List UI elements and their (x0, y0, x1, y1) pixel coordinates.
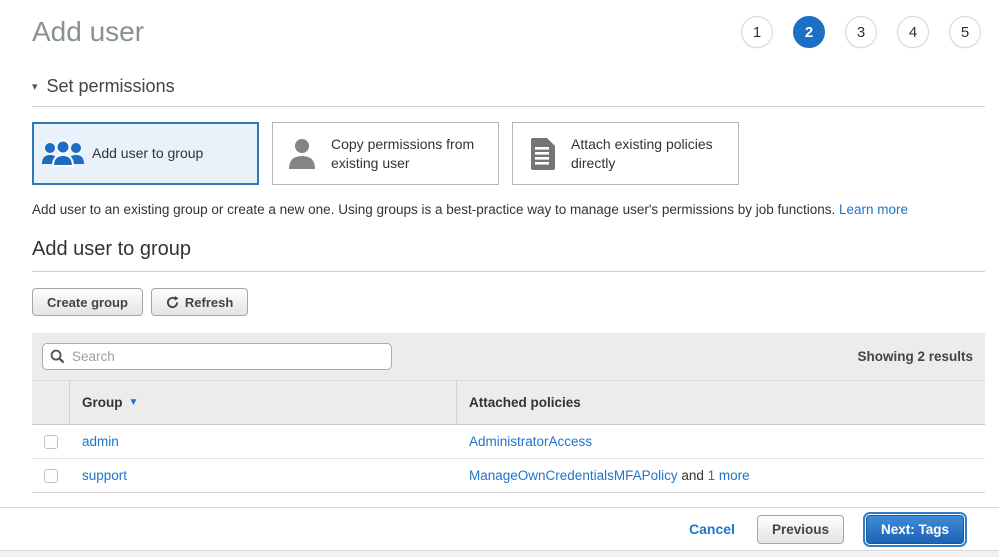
row-checkbox[interactable] (44, 469, 58, 483)
row-checkbox[interactable] (44, 435, 58, 449)
refresh-icon (166, 296, 179, 309)
cancel-button[interactable]: Cancel (689, 521, 735, 537)
group-link[interactable]: support (82, 468, 127, 483)
more-policies-link[interactable]: 1 more (708, 468, 750, 483)
card-label: Copy permissions from existing user (331, 135, 498, 171)
document-icon (513, 136, 571, 172)
learn-more-link[interactable]: Learn more (839, 202, 908, 217)
user-icon (273, 137, 331, 171)
card-copy-permissions[interactable]: Copy permissions from existing user (272, 122, 499, 185)
step-4: 4 (897, 16, 929, 48)
table-toolbar: Showing 2 results (32, 333, 985, 381)
create-group-button[interactable]: Create group (32, 288, 143, 316)
wizard-footer: Cancel Previous Next: Tags (0, 507, 999, 551)
card-add-user-to-group[interactable]: Add user to group (32, 122, 259, 185)
next-tags-button[interactable]: Next: Tags (866, 515, 964, 544)
column-label: Group (82, 395, 123, 410)
results-count: Showing 2 results (857, 349, 973, 364)
card-label: Attach existing policies directly (571, 135, 738, 171)
wizard-step-indicator: 1 2 3 4 5 (741, 16, 981, 48)
search-box (42, 343, 392, 370)
step-1: 1 (741, 16, 773, 48)
refresh-label: Refresh (185, 295, 233, 310)
page-title: Add user (32, 16, 144, 48)
section-description: Add user to an existing group or create … (32, 202, 985, 217)
table-header-row: Group ▼ Attached policies (32, 381, 985, 425)
previous-button[interactable]: Previous (757, 515, 844, 544)
table-row-support: support ManageOwnCredentialsMFAPolicy an… (32, 459, 985, 493)
permission-option-cards: Add user to group Copy permissions from … (32, 122, 985, 185)
and-text: and (678, 468, 708, 483)
collapse-caret-icon: ▾ (32, 80, 38, 93)
card-attach-policies[interactable]: Attach existing policies directly (512, 122, 739, 185)
step-5: 5 (949, 16, 981, 48)
column-header-group[interactable]: Group ▼ (70, 381, 457, 424)
step-3: 3 (845, 16, 877, 48)
step-2-active: 2 (793, 16, 825, 48)
header-checkbox-cell (32, 381, 70, 424)
card-label: Add user to group (92, 144, 211, 162)
group-link[interactable]: admin (82, 434, 119, 449)
column-header-policies: Attached policies (457, 381, 985, 424)
page-bottom-strip (0, 551, 999, 557)
group-section-title: Add user to group (32, 238, 985, 272)
refresh-button[interactable]: Refresh (151, 288, 248, 316)
search-input[interactable] (42, 343, 392, 370)
section-title: Set permissions (47, 76, 175, 97)
page-header: Add user 1 2 3 4 5 (32, 0, 985, 48)
table-row-admin: admin AdministratorAccess (32, 425, 985, 459)
description-text: Add user to an existing group or create … (32, 202, 835, 217)
column-label: Attached policies (469, 395, 581, 410)
set-permissions-section-header[interactable]: ▾ Set permissions (32, 76, 985, 107)
users-group-icon (34, 139, 92, 169)
policy-link[interactable]: AdministratorAccess (469, 434, 592, 449)
groups-table: Showing 2 results Group ▼ Attached polic… (32, 333, 985, 493)
search-icon (50, 349, 65, 369)
policy-link[interactable]: ManageOwnCredentialsMFAPolicy (469, 468, 678, 483)
sort-desc-icon: ▼ (129, 397, 139, 408)
table-actions: Create group Refresh (32, 288, 985, 316)
